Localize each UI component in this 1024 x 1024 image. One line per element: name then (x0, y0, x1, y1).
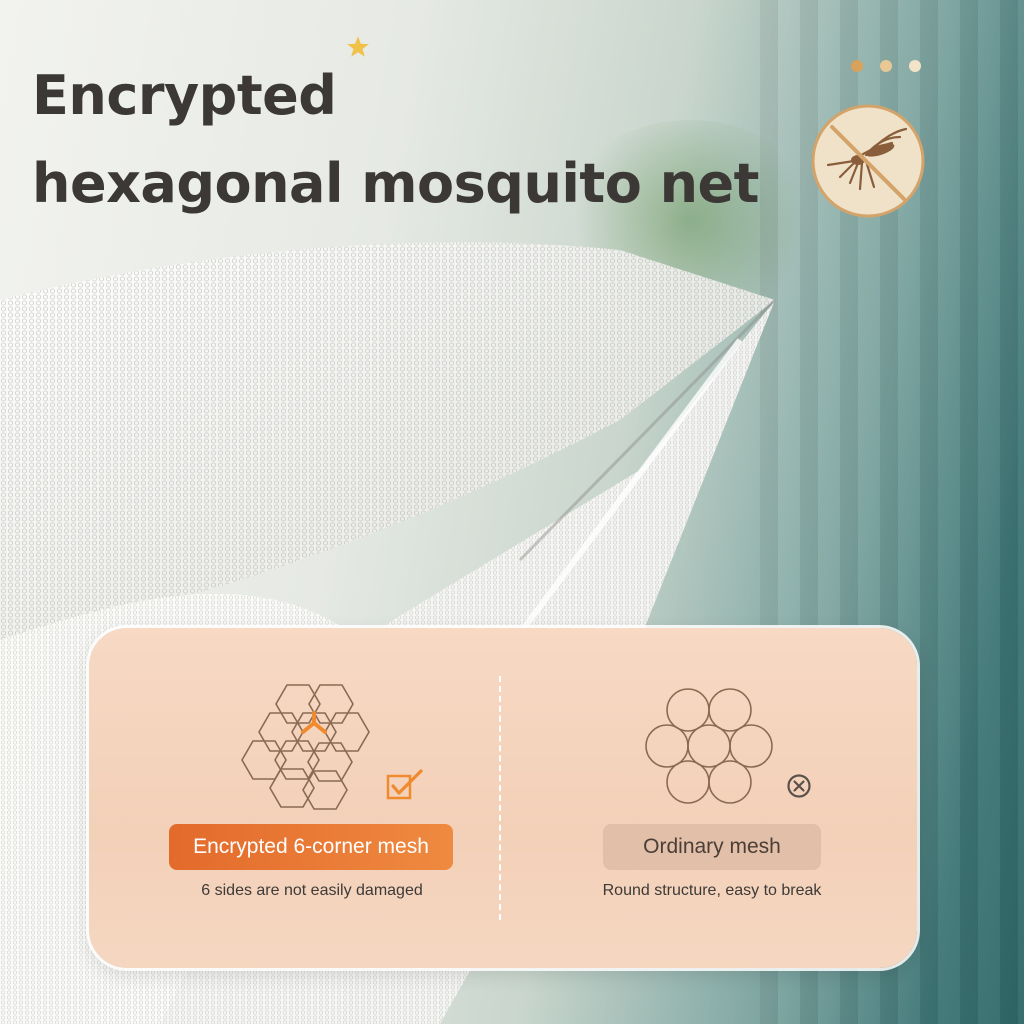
hexagon-mesh-caption: 6 sides are not easily damaged (201, 882, 423, 899)
title-line-2: hexagonal mosquito net (32, 152, 760, 215)
ordinary-mesh-caption: Round structure, easy to break (602, 882, 822, 899)
panel-divider (499, 676, 501, 920)
title-line-1: Encrypted (32, 64, 337, 127)
page-title: Encrypted hexagonal mosquito net (32, 52, 760, 228)
circled-x-icon (787, 774, 811, 798)
ordinary-mesh-label: Ordinary mesh (603, 824, 821, 870)
checkbox-checked-icon (386, 769, 423, 800)
decorative-dots (851, 60, 921, 72)
dot-1 (851, 60, 863, 72)
product-banner: Encrypted hexagonal mosquito net Encrypt… (0, 0, 1024, 1024)
dot-3 (909, 60, 921, 72)
circle-mesh-icon (645, 688, 773, 804)
dot-2 (880, 60, 892, 72)
hexagon-mesh-icon (241, 684, 370, 810)
mosquito-icon (811, 104, 925, 218)
hexagon-mesh-label: Encrypted 6-corner mesh (169, 824, 453, 870)
comparison-panel: Encrypted 6-corner mesh Ordinary mesh 6 … (89, 628, 917, 968)
